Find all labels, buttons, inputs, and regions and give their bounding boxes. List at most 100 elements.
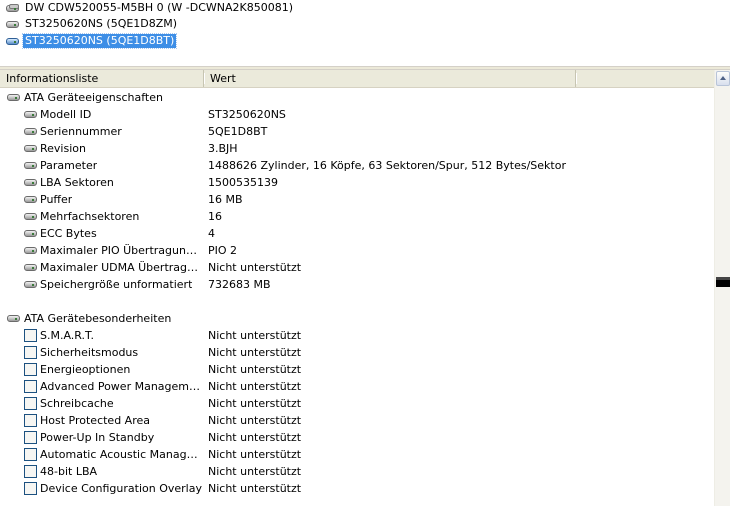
item-name: Schreibcache — [40, 397, 114, 410]
hard-disk-icon — [7, 312, 21, 325]
checkbox-icon — [24, 448, 37, 461]
item-value: 3.BJH — [208, 142, 238, 155]
list-item[interactable]: ECC Bytes 4 — [0, 225, 714, 242]
scroll-up-button[interactable] — [716, 71, 730, 86]
item-value: Nicht unterstützt — [208, 346, 302, 359]
item-name: S.M.A.R.T. — [40, 329, 94, 342]
hard-disk-icon — [24, 227, 38, 240]
device-item[interactable]: DW CDW520055-M5BH 0 (W -DCWNA2K850081) — [6, 0, 295, 16]
item-name: Seriennummer — [40, 125, 122, 138]
checkbox-icon — [24, 363, 37, 376]
hard-disk-icon — [6, 17, 20, 31]
hard-disk-icon — [24, 210, 38, 223]
vertical-scrollbar[interactable] — [714, 70, 730, 506]
item-name: Revision — [40, 142, 86, 155]
item-name: Mehrfachsektoren — [40, 210, 140, 223]
list-item[interactable]: LBA Sektoren 1500535139 — [0, 174, 714, 191]
item-name: Energieoptionen — [40, 363, 131, 376]
item-value: 4 — [208, 227, 215, 240]
item-value: Nicht unterstützt — [208, 397, 302, 410]
device-item[interactable]: ST3250620NS (5QE1D8BT) — [6, 33, 178, 49]
item-value: 1500535139 — [208, 176, 278, 189]
list-item[interactable]: Revision 3.BJH — [0, 140, 714, 157]
list-item[interactable]: Maximaler UDMA Übertragung... Nicht unter… — [0, 259, 714, 276]
device-label: ST3250620NS (5QE1D8BT) — [21, 33, 178, 49]
hard-disk-icon — [24, 244, 38, 257]
list-item[interactable]: Energieoptionen Nicht unterstützt — [0, 361, 714, 378]
item-value: 16 MB — [208, 193, 243, 206]
hard-disk-icon — [24, 176, 38, 189]
column-header-value[interactable]: Wert — [204, 70, 577, 87]
item-name: Maximaler PIO Übertragungsm... — [40, 244, 202, 257]
hard-disk-icon — [24, 278, 38, 291]
device-label: ST3250620NS (5QE1D8ZM) — [25, 17, 178, 30]
list-item[interactable]: S.M.A.R.T. Nicht unterstützt — [0, 327, 714, 344]
list-item[interactable]: 48-bit LBA Nicht unterstützt — [0, 463, 714, 480]
item-name: Parameter — [40, 159, 98, 172]
column-header-info[interactable]: Informationsliste — [0, 70, 205, 87]
section-title: ATA Gerätebesonderheiten — [24, 312, 172, 325]
hard-disk-icon — [24, 159, 38, 172]
item-value: PIO 2 — [208, 244, 238, 257]
list-item[interactable]: Seriennummer 5QE1D8BT — [0, 123, 714, 140]
item-name: Speichergröße unformatiert — [40, 278, 193, 291]
list-item[interactable]: Maximaler PIO Übertragungsm... PIO 2 — [0, 242, 714, 259]
item-name: Advanced Power Management... — [40, 380, 202, 393]
item-value: 732683 MB — [208, 278, 271, 291]
list-item[interactable]: Power-Up In Standby Nicht unterstützt — [0, 429, 714, 446]
item-value: Nicht unterstützt — [208, 448, 302, 461]
item-value: 16 — [208, 210, 222, 223]
checkbox-icon — [24, 346, 37, 359]
list-item[interactable]: Sicherheitsmodus Nicht unterstützt — [0, 344, 714, 361]
section-header[interactable]: ATA Geräteeigenschaften — [0, 89, 714, 106]
item-name: 48-bit LBA — [40, 465, 98, 478]
scroll-thumb[interactable] — [716, 277, 730, 287]
item-name: ECC Bytes — [40, 227, 97, 240]
list-header: Informationsliste Wert — [0, 70, 716, 88]
device-list: DW CDW520055-M5BH 0 (W -DCWNA2K850081) ST… — [0, 0, 730, 66]
list-item[interactable]: Host Protected Area Nicht unterstützt — [0, 412, 714, 429]
item-value: 5QE1D8BT — [208, 125, 268, 138]
hard-disk-icon — [24, 108, 38, 121]
checkbox-icon — [24, 414, 37, 427]
hard-disk-icon — [24, 261, 38, 274]
item-value: Nicht unterstützt — [208, 380, 302, 393]
item-value: 1488626 Zylinder, 16 Köpfe, 63 Sektoren/… — [208, 159, 566, 172]
checkbox-icon — [24, 482, 37, 495]
item-value: Nicht unterstützt — [208, 431, 302, 444]
item-name: Device Configuration Overlay — [40, 482, 202, 495]
hard-disk-icon — [6, 34, 20, 48]
item-name: Maximaler UDMA Übertragung... — [40, 261, 202, 274]
item-value: Nicht unterstützt — [208, 329, 302, 342]
device-label: DW CDW520055-M5BH 0 (W -DCWNA2K850081) — [25, 1, 294, 14]
checkbox-icon — [24, 380, 37, 393]
hard-disk-icon — [24, 193, 38, 206]
list-item[interactable]: Schreibcache Nicht unterstützt — [0, 395, 714, 412]
item-value: Nicht unterstützt — [208, 363, 302, 376]
checkbox-icon — [24, 329, 37, 342]
list-item[interactable]: Advanced Power Management... Nicht unters… — [0, 378, 714, 395]
optical-drive-icon — [6, 1, 20, 15]
item-name: Sicherheitsmodus — [40, 346, 139, 359]
item-name: Automatic Acoustic Management — [40, 448, 202, 461]
list-item[interactable]: Puffer 16 MB — [0, 191, 714, 208]
list-item[interactable]: Modell ID ST3250620NS — [0, 106, 714, 123]
item-value: Nicht unterstützt — [208, 261, 302, 274]
info-list-view: Informationsliste Wert ATA Geräteeigensc… — [0, 70, 730, 506]
section-title: ATA Geräteeigenschaften — [24, 91, 163, 104]
item-value: Nicht unterstützt — [208, 465, 302, 478]
list-item[interactable]: Device Configuration Overlay Nicht unters… — [0, 480, 714, 497]
item-name: Puffer — [40, 193, 73, 206]
list-item[interactable]: Parameter 1488626 Zylinder, 16 Köpfe, 63 … — [0, 157, 714, 174]
checkbox-icon — [24, 397, 37, 410]
list-item[interactable]: Mehrfachsektoren 16 — [0, 208, 714, 225]
hard-disk-icon — [24, 125, 38, 138]
device-item[interactable]: ST3250620NS (5QE1D8ZM) — [6, 16, 179, 32]
item-name: LBA Sektoren — [40, 176, 114, 189]
section-header[interactable]: ATA Gerätebesonderheiten — [0, 310, 714, 327]
item-value: Nicht unterstützt — [208, 482, 302, 495]
item-name: Modell ID — [40, 108, 92, 121]
list-item[interactable]: Speichergröße unformatiert 732683 MB — [0, 276, 714, 293]
hard-disk-icon — [7, 91, 21, 104]
list-item[interactable]: Automatic Acoustic Management Nicht unter… — [0, 446, 714, 463]
